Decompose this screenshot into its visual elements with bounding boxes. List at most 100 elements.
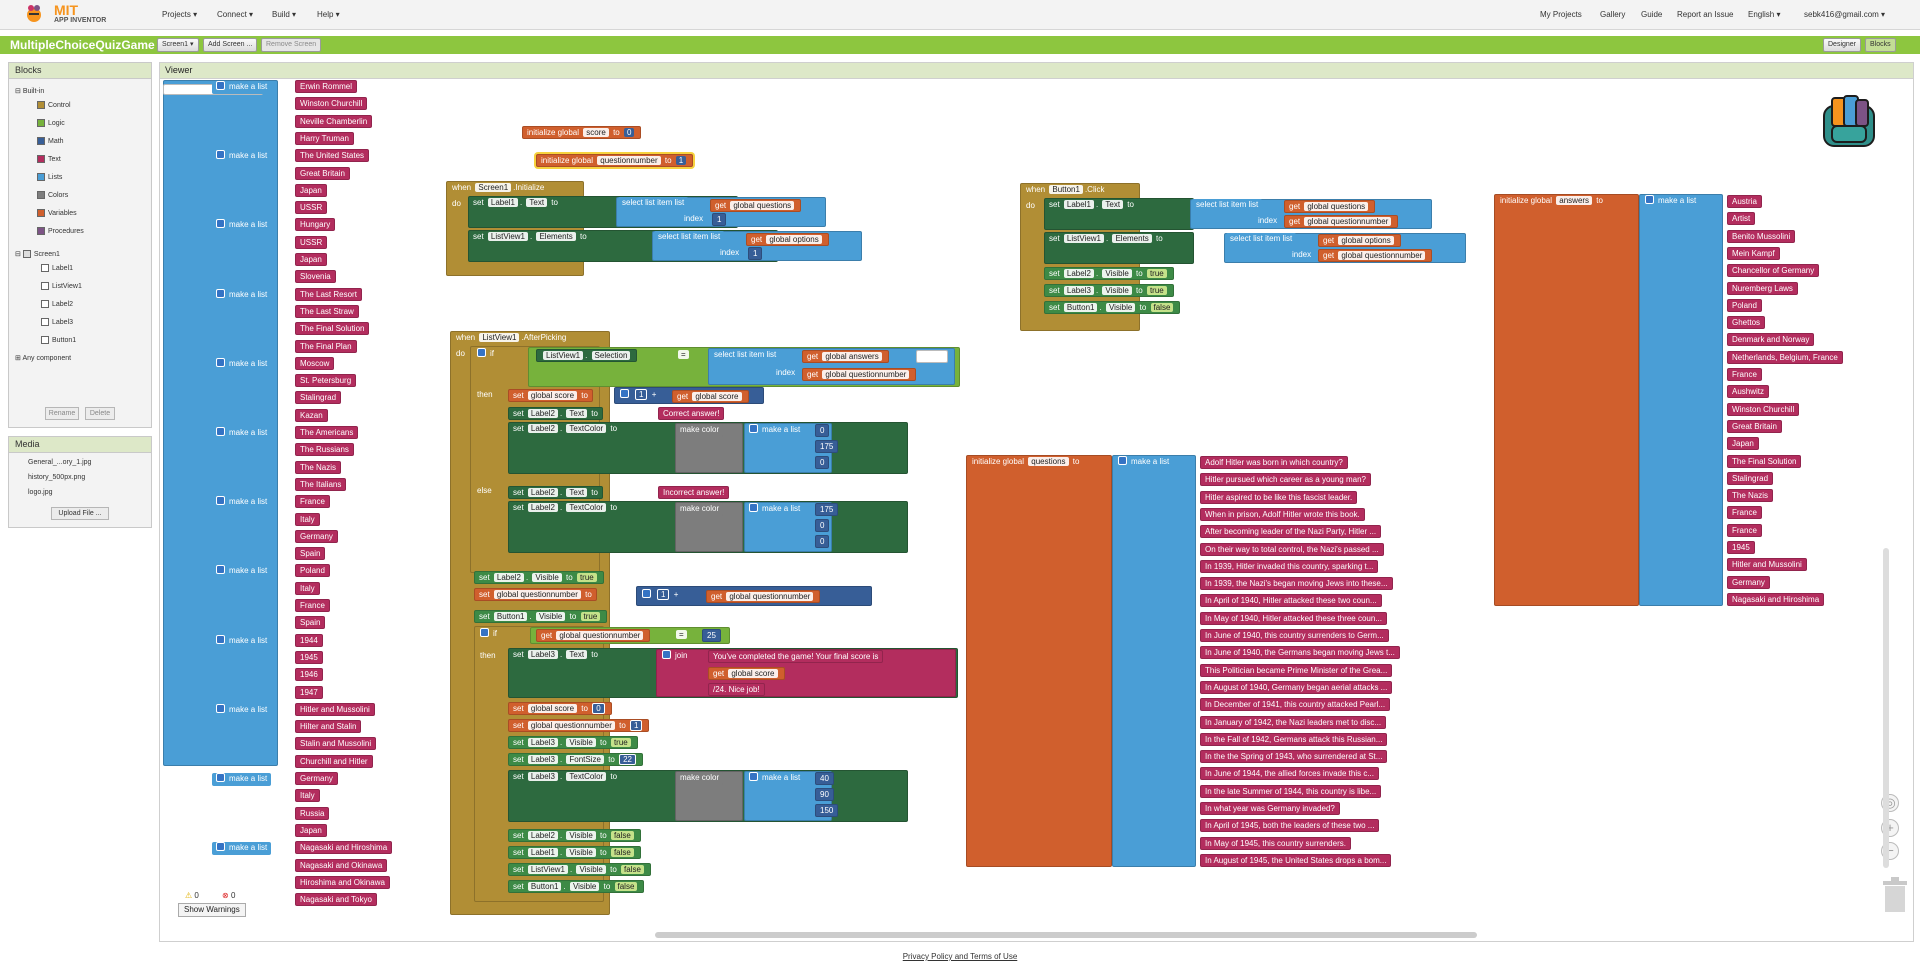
media-file[interactable]: General_...ory_1.jpg [28,459,91,466]
string-item[interactable]: Spain [295,547,326,561]
component-item[interactable]: Label1 [41,264,73,272]
string-item[interactable]: 1946 [295,668,323,682]
set-label2-text-2[interactable]: set Label2. Text to [508,486,603,499]
color-component-value[interactable]: 150 [815,804,839,817]
answers-make-list[interactable] [1639,194,1723,606]
builtin-item[interactable]: Logic [37,119,65,127]
one-value[interactable]: 1 [630,720,643,731]
visible-prop[interactable]: Visible [1102,286,1132,295]
score-var[interactable]: global score [728,669,778,678]
app-inventor-logo[interactable]: MIT APP INVENTOR [24,2,110,28]
index-one[interactable]: 1 [712,213,727,226]
click-component[interactable]: Button1 [1049,185,1083,194]
get-qn-2[interactable]: get global questionnumber [706,590,821,603]
question-item[interactable]: This Politician became Prime Minister of… [1200,663,1393,677]
string-item[interactable]: The Final Plan [295,339,357,353]
builtin-item[interactable]: Text [37,155,61,163]
button1-dd[interactable]: Button1 [1063,303,1098,312]
show-warnings-button[interactable]: Show Warnings [178,903,246,917]
string-item[interactable]: 1945 [295,650,323,664]
question-item[interactable]: In June of 1940, the Germans began movin… [1200,646,1400,660]
blocks-workspace[interactable]: make a list Erwin Rommel Winston Churchill… [160,80,1913,942]
get-qn[interactable]: get global questionnumber [802,368,917,381]
delete-button[interactable]: Delete [85,407,115,420]
qn-var[interactable]: global questionnumber [822,370,910,379]
question-item[interactable]: On their way to total control, the Nazi'… [1200,542,1384,556]
get-score-2[interactable]: get global score [708,667,785,680]
elements-prop[interactable]: Elements [536,232,576,241]
answer-item[interactable]: Hitler and Mussolini [1727,558,1807,572]
vertical-scrollbar[interactable] [1883,548,1889,868]
options-var[interactable]: global options [766,235,822,244]
questions-var[interactable]: global questions [1304,202,1369,211]
answer-item[interactable]: Stalingrad [1727,471,1774,485]
mutator-gear-icon[interactable] [1645,195,1654,204]
string-item[interactable]: Harry Truman [295,131,354,145]
text-prop[interactable]: Text [526,198,548,207]
label2-dd[interactable]: Label2 [527,831,558,840]
options-var[interactable]: global options [1338,236,1394,245]
answers-name[interactable]: answers [1556,196,1593,205]
question-item[interactable]: In May of 1945, this country surrenders. [1200,836,1351,850]
trash-icon[interactable] [1881,877,1909,913]
score-var[interactable]: global score [527,704,578,713]
builtin-item[interactable]: Lists [37,173,62,181]
visible-prop[interactable]: Visible [576,865,606,874]
label2-dd[interactable]: Label2 [527,488,558,497]
screen1-node[interactable]: ⊟ Screen1 [15,250,60,259]
set-score-zero[interactable]: set global score to 0 [508,702,612,715]
component-item[interactable]: Button1 [41,336,76,344]
n22-value[interactable]: 22 [619,754,637,765]
question-item[interactable]: After becoming leader of the Nazi Party,… [1200,525,1382,539]
menu-my-projects[interactable]: My Projects [1540,10,1582,19]
pick-component[interactable]: ListView1 [479,333,520,342]
string-item[interactable]: Nagasaki and Hiroshima [295,841,393,855]
index-one[interactable]: 1 [748,247,763,260]
label1-dd[interactable]: Label1 [527,848,558,857]
builtin-item[interactable]: Colors [37,191,68,199]
menu-account[interactable]: sebk416@gmail.com ▾ [1804,10,1885,19]
error-indicator[interactable]: ⊗ 0 [222,891,235,900]
set-score-block[interactable]: set global score to [508,389,593,402]
false-value[interactable]: false [621,865,644,874]
menu-report-issue[interactable]: Report an Issue [1677,10,1733,19]
answer-item[interactable]: Aushwitz [1727,385,1770,399]
answer-item[interactable]: France [1727,506,1762,520]
elements-prop[interactable]: Elements [1112,234,1152,243]
text-prop[interactable]: Text [566,488,588,497]
component-item[interactable]: ListView1 [41,282,82,290]
true-value[interactable]: true [580,612,601,621]
qn-var[interactable]: global questionnumber [556,631,644,640]
button1-dd[interactable]: Button1 [493,612,528,621]
answer-item[interactable]: Great Britain [1727,419,1782,433]
question-item[interactable]: In May of 1940, Hitler attacked these th… [1200,611,1387,625]
mutator-gear-icon[interactable] [216,81,225,90]
set-label2-visible[interactable]: set Label2. Visible to true [474,571,604,584]
set-button1-visible[interactable]: set Button1. Visible to true [474,610,608,623]
question-item[interactable]: In January of 1942, the Nazi leaders met… [1200,715,1387,729]
click-get-options[interactable]: get global options [1318,234,1401,247]
true-value[interactable]: true [576,573,597,582]
label3-dd[interactable]: Label3 [527,772,558,781]
nice-job-text[interactable]: /24. Nice job! [708,683,765,696]
question-item[interactable]: In April of 1940, Hitler attacked these … [1200,594,1382,608]
set-qn-block[interactable]: set global questionnumber to [474,588,597,601]
string-item[interactable]: Japan [295,253,327,266]
mutator-gear-icon[interactable] [477,348,486,357]
blocks-button[interactable]: Blocks [1865,38,1896,52]
string-item[interactable]: Kazan [295,408,328,422]
string-item[interactable]: The Americans [295,426,359,439]
eq-dropdown[interactable]: = [678,350,689,359]
click-label2-visible[interactable]: set Label2. Visible to true [1044,267,1174,280]
mutator-gear-icon[interactable] [216,219,225,229]
menu-guide[interactable]: Guide [1641,10,1662,19]
answer-item[interactable]: Poland [1727,298,1762,312]
answer-item[interactable]: The Final Solution [1727,454,1802,468]
answer-item[interactable]: 1945 [1727,541,1755,554]
answer-item[interactable]: Benito Mussolini [1727,229,1796,243]
color-component-value[interactable]: 90 [815,788,834,801]
menu-projects[interactable]: Projects ▾ [162,10,197,19]
label3-dd[interactable]: Label3 [527,755,558,764]
false-value[interactable]: false [610,831,634,840]
string-item[interactable]: Germany [295,529,338,543]
